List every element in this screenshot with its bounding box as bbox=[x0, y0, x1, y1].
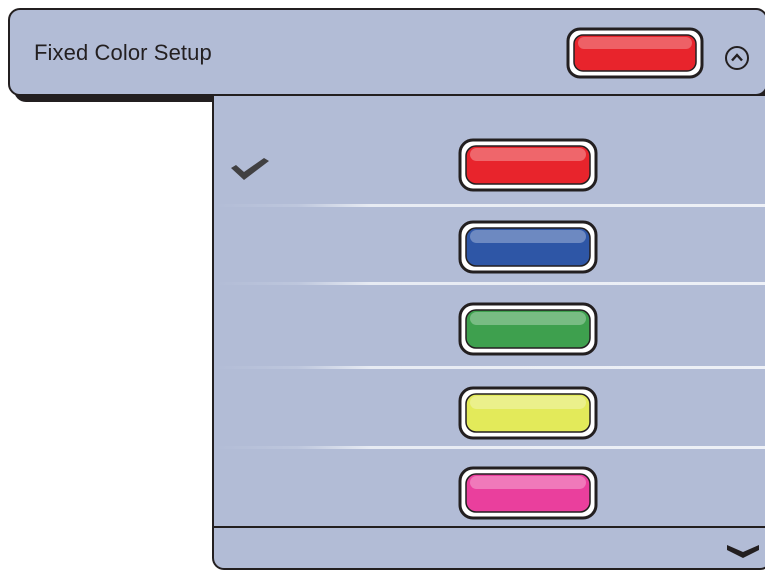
color-swatch[interactable] bbox=[458, 138, 598, 192]
color-setup-screen: Fixed Color Setup bbox=[0, 0, 765, 571]
header-title: Fixed Color Setup bbox=[34, 40, 212, 65]
color-swatch[interactable] bbox=[458, 386, 598, 440]
row-divider bbox=[214, 366, 765, 369]
collapse-button[interactable] bbox=[725, 46, 749, 70]
row-divider bbox=[214, 282, 765, 285]
row-divider bbox=[214, 446, 765, 449]
chevron-up-icon bbox=[731, 53, 743, 62]
row-divider bbox=[214, 204, 765, 207]
color-swatch[interactable] bbox=[458, 466, 598, 520]
chevron-down-icon[interactable] bbox=[726, 542, 760, 560]
list-footer-divider bbox=[214, 526, 765, 528]
selected-color-swatch[interactable] bbox=[566, 27, 704, 79]
color-swatch[interactable] bbox=[458, 302, 598, 356]
color-options-list bbox=[212, 96, 765, 570]
color-swatch[interactable] bbox=[458, 220, 598, 274]
checkmark-icon bbox=[231, 158, 269, 180]
fixed-color-setup-header[interactable]: Fixed Color Setup bbox=[8, 8, 765, 96]
